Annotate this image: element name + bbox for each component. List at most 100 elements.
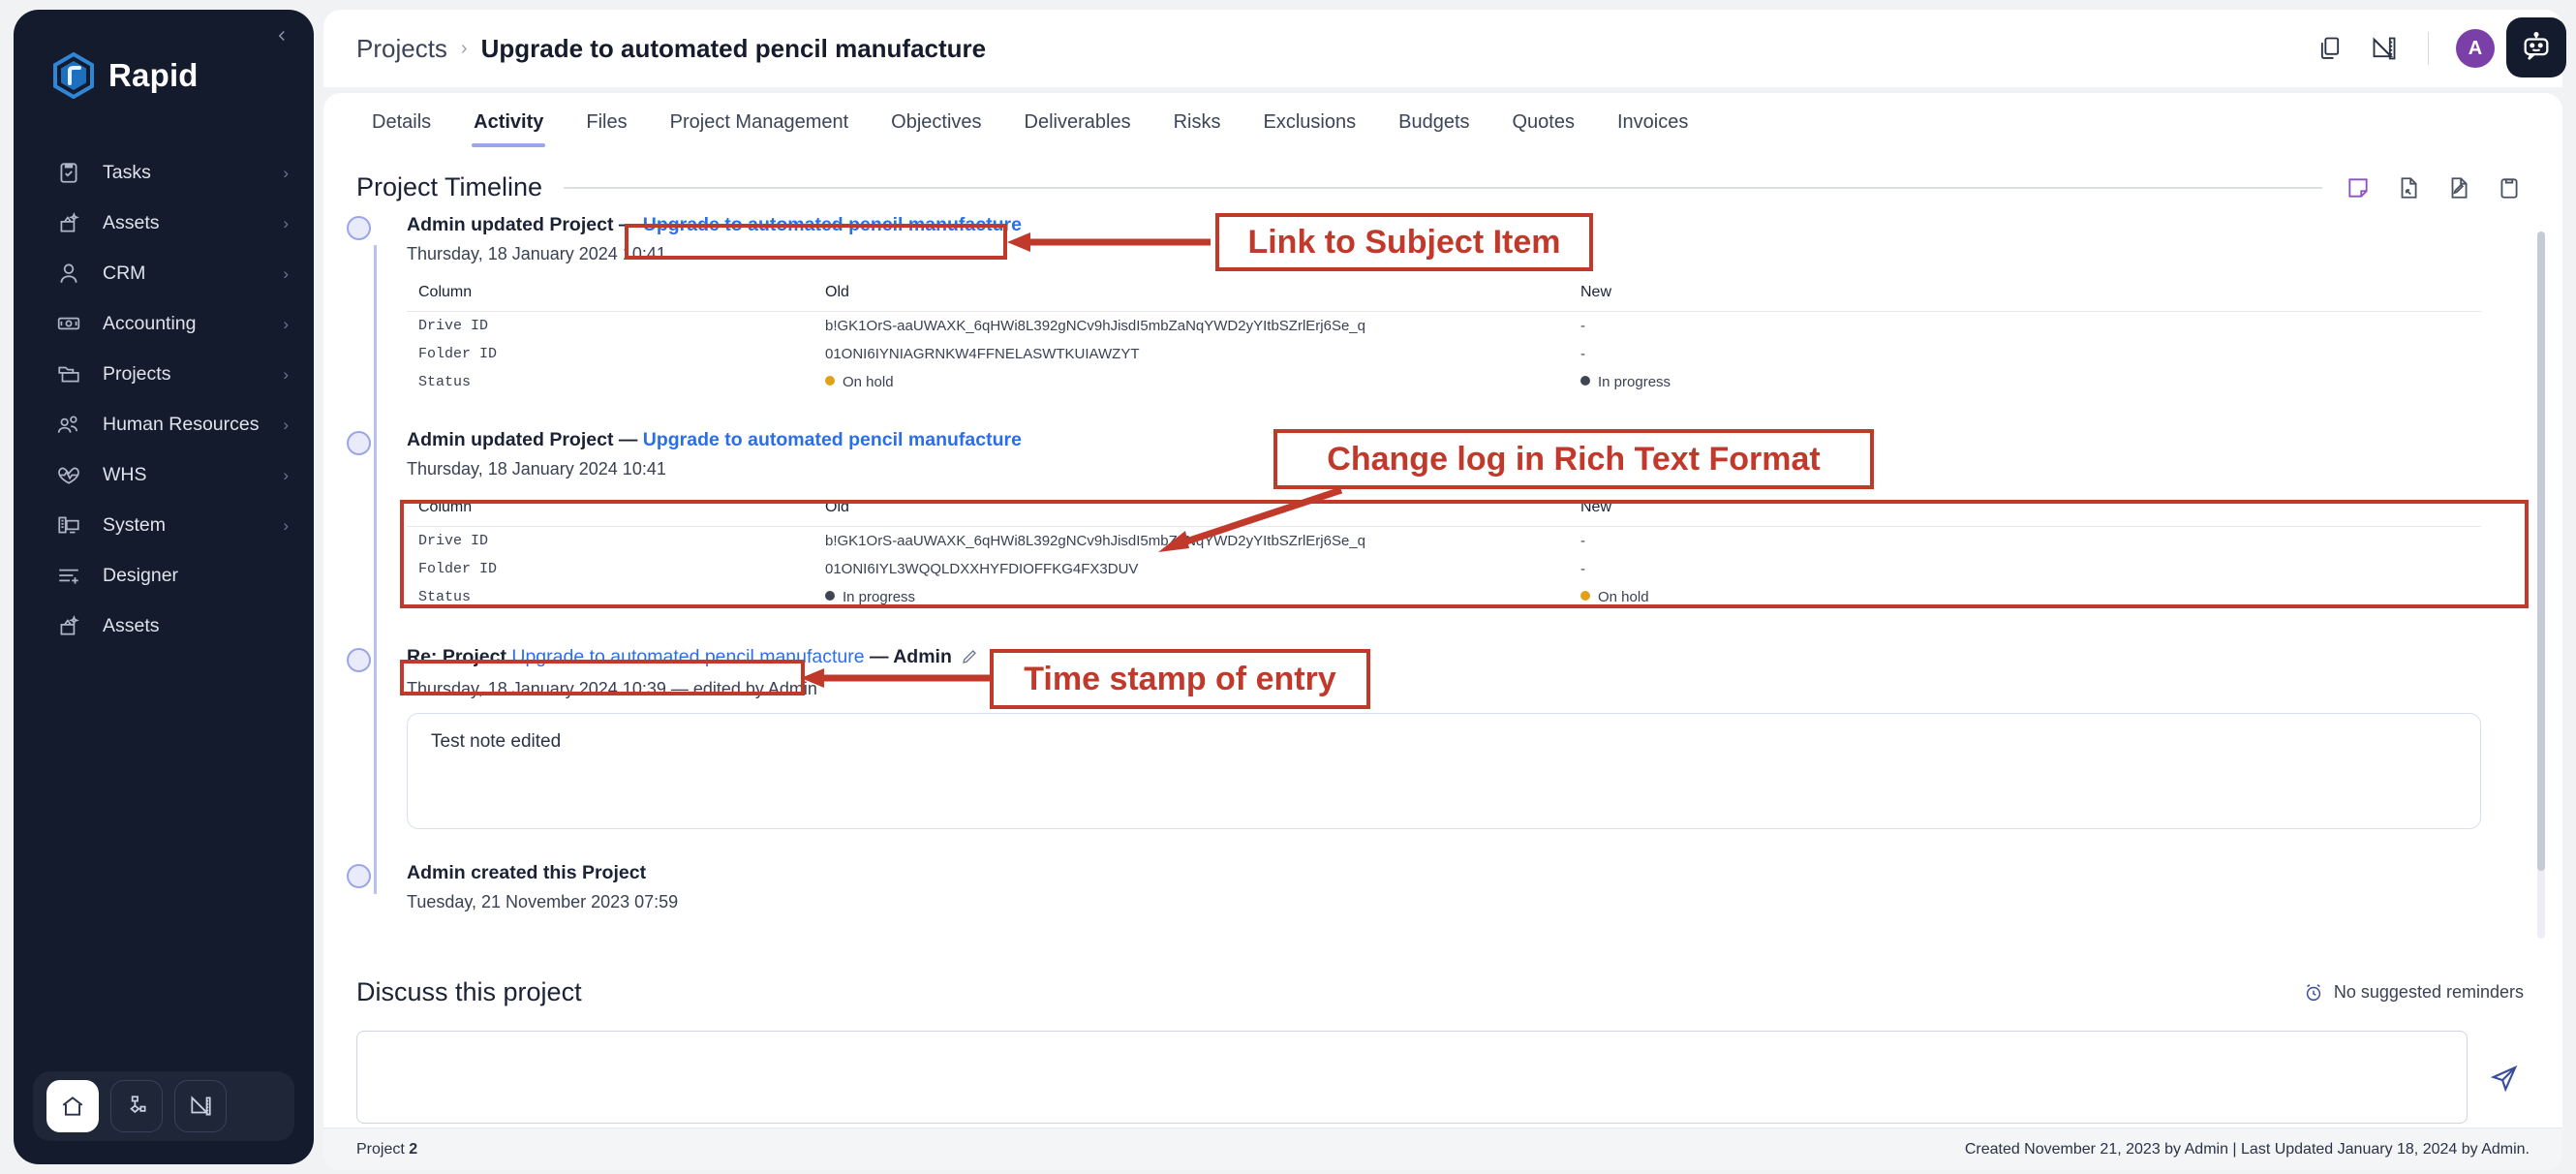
tab-objectives[interactable]: Objectives	[870, 111, 1002, 147]
divider	[2428, 32, 2429, 65]
entry-subject-link[interactable]: Upgrade to automated pencil manufacture	[643, 429, 1022, 450]
entry-title-prefix: Admin updated Project —	[407, 214, 638, 235]
sidebar-item-accounting[interactable]: Accounting ›	[14, 298, 314, 349]
timeline-entry: Re: Project Upgrade to automated pencil …	[347, 646, 2524, 829]
annotation-arrow-1	[1007, 232, 1211, 252]
document-edit-icon[interactable]	[2444, 173, 2473, 202]
tab-exclusions[interactable]: Exclusions	[1242, 111, 1378, 147]
ruler-pen-icon[interactable]	[2368, 32, 2401, 65]
reminder-text: No suggested reminders	[2333, 982, 2524, 1002]
cell-column: Folder ID	[418, 561, 498, 577]
sidebar-item-designer[interactable]: Designer	[14, 550, 314, 601]
main-area: Projects › Upgrade to automated pencil m…	[323, 10, 2566, 1170]
sidebar-item-whs[interactable]: WHS ›	[14, 449, 314, 500]
cell-old: In progress	[813, 583, 1569, 611]
timeline-actions	[2344, 173, 2524, 202]
avatar[interactable]: A	[2456, 29, 2495, 68]
sidebar-item-label: WHS	[103, 463, 147, 485]
sidebar-item-projects[interactable]: Projects ›	[14, 349, 314, 399]
alarm-clock-icon	[2303, 982, 2324, 1004]
sidebar-item-label: System	[103, 513, 167, 536]
discuss-input-row	[356, 1031, 2524, 1124]
discuss-title: Discuss this project	[356, 977, 582, 1006]
table-row: Folder ID 01ONI6IYNIAGRNKW4FFNELASWTKUIA…	[407, 340, 2481, 368]
ruler-icon[interactable]	[174, 1080, 227, 1132]
sidebar-item-assets-secondary[interactable]: Assets	[14, 601, 314, 651]
copy-icon[interactable]	[2314, 32, 2346, 65]
annotation-label-change-log: Change log in Rich Text Format	[1273, 429, 1874, 489]
sidebar-item-label: Designer	[103, 564, 179, 586]
server-monitor-icon	[54, 510, 83, 540]
note-body: Test note edited	[407, 713, 2481, 829]
footer-meta: Created November 21, 2023 by Admin | Las…	[1964, 1140, 2530, 1158]
chevron-right-icon: ›	[283, 364, 289, 384]
timeline-scrollbar[interactable]	[2537, 232, 2545, 939]
sticky-note-icon[interactable]	[2344, 173, 2373, 202]
scrollbar-thumb[interactable]	[2537, 232, 2545, 871]
project-timeline: Admin updated Project — Upgrade to autom…	[323, 202, 2562, 968]
header-column: Column	[407, 493, 813, 527]
timeline-dot	[347, 431, 371, 455]
status-dot-in-progress	[1580, 376, 1590, 386]
annotation-label-link: Link to Subject Item	[1215, 213, 1593, 271]
discuss-header: Discuss this project No suggested remind…	[356, 977, 2524, 1007]
breadcrumb-separator-icon: ›	[460, 37, 468, 59]
tab-risks[interactable]: Risks	[1152, 111, 1242, 147]
status-dot-on-hold	[825, 376, 835, 386]
document-add-icon[interactable]	[2394, 173, 2423, 202]
sidebar-item-human-resources[interactable]: Human Resources ›	[14, 399, 314, 449]
workflow-icon[interactable]	[110, 1080, 163, 1132]
sidebar-item-label: Human Resources	[103, 413, 260, 435]
tab-quotes[interactable]: Quotes	[1491, 111, 1596, 147]
sidebar: Rapid Tasks › Assets › CRM › Accounting …	[14, 10, 314, 1164]
entry-title: Re: Project Upgrade to automated pencil …	[407, 646, 2481, 671]
cell-column: Status	[418, 589, 472, 605]
sidebar-item-tasks[interactable]: Tasks ›	[14, 147, 314, 198]
footer-record-label: Project	[356, 1140, 405, 1158]
app-root: Rapid Tasks › Assets › CRM › Accounting …	[0, 0, 2576, 1174]
chevron-right-icon: ›	[283, 415, 289, 434]
send-icon[interactable]	[2485, 1058, 2524, 1097]
status-dot-on-hold	[1580, 591, 1590, 601]
entry-title: Admin created this Project	[407, 862, 647, 883]
annotation-arrow-3	[801, 668, 991, 688]
tab-budgets[interactable]: Budgets	[1377, 111, 1490, 147]
tab-files[interactable]: Files	[565, 111, 648, 147]
sidebar-collapse-icon[interactable]	[269, 23, 294, 48]
assets-sparkle-icon	[54, 208, 83, 237]
table-row: Drive ID b!GK1OrS-aaUWAXK_6qHWi8L392gNCv…	[407, 312, 2481, 341]
cell-old: On hold	[813, 368, 1569, 396]
breadcrumb-projects[interactable]: Projects	[356, 34, 447, 64]
tab-deliverables[interactable]: Deliverables	[1003, 111, 1152, 147]
sidebar-item-label: Projects	[103, 362, 171, 385]
entry-title-prefix: Re: Project	[407, 646, 506, 667]
sidebar-item-assets[interactable]: Assets ›	[14, 198, 314, 248]
discuss-input[interactable]	[356, 1031, 2468, 1124]
assistant-robot-button[interactable]	[2506, 17, 2566, 77]
tab-details[interactable]: Details	[351, 111, 452, 147]
change-log-table: Column Old New Drive ID b!GK1OrS-aaUWAXK…	[407, 493, 2481, 611]
entry-subject-link[interactable]: Upgrade to automated pencil manufacture	[643, 214, 1022, 235]
home-icon[interactable]	[46, 1080, 99, 1132]
tab-project-management[interactable]: Project Management	[649, 111, 871, 147]
status-label: In progress	[843, 589, 916, 605]
sidebar-bottom-bar	[33, 1071, 294, 1141]
topbar: Projects › Upgrade to automated pencil m…	[323, 10, 2566, 87]
cell-column: Drive ID	[418, 533, 489, 549]
annotation-arrow-2	[1158, 486, 1343, 552]
header-new: New	[1569, 493, 2481, 527]
tab-activity[interactable]: Activity	[452, 111, 565, 147]
cell-column: Folder ID	[418, 346, 498, 362]
footer-left: Project 2	[356, 1141, 417, 1159]
table-row: Status On hold In progress	[407, 368, 2481, 396]
tab-invoices[interactable]: Invoices	[1596, 111, 1709, 147]
cell-old: 01ONI6IYNIAGRNKW4FFNELASWTKUIAWZYT	[825, 346, 1140, 362]
cell-new: -	[1580, 561, 1585, 577]
timeline-section-header: Project Timeline	[323, 147, 2562, 202]
clipboard-check-icon	[54, 158, 83, 187]
clipboard-icon[interactable]	[2495, 173, 2524, 202]
discuss-section: Discuss this project No suggested remind…	[323, 977, 2562, 1124]
chevron-right-icon: ›	[283, 163, 289, 182]
sidebar-item-system[interactable]: System ›	[14, 500, 314, 550]
sidebar-item-crm[interactable]: CRM ›	[14, 248, 314, 298]
